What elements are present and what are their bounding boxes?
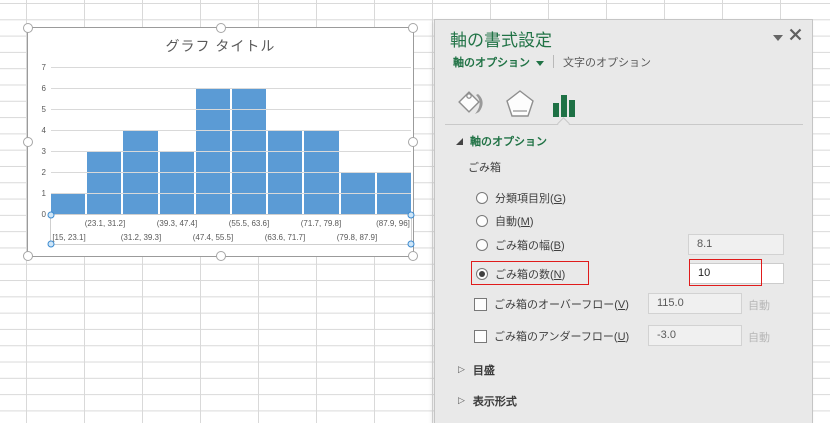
histogram-bar[interactable]: [232, 89, 267, 215]
section-number-format-label: 表示形式: [472, 396, 517, 408]
option-underflow-bin-label: ごみ箱のアンダーフロー(U): [494, 331, 630, 343]
tab-divider: [553, 55, 554, 68]
option-number-of-bins-label: ごみ箱の数(N): [495, 269, 566, 281]
option-number-of-bins[interactable]: ごみ箱の数(N): [476, 266, 565, 282]
radio-number-of-bins[interactable]: [476, 268, 488, 280]
y-tick-label: 1: [41, 189, 46, 198]
gridline: [51, 151, 411, 152]
x-axis-selection[interactable]: [47, 211, 415, 248]
section-number-format[interactable]: ▷ 表示形式: [458, 393, 517, 409]
bins-group-label: ごみ箱: [468, 162, 501, 174]
icon-tab-row: [455, 82, 577, 118]
pane-divider: [445, 117, 803, 130]
gridline: [51, 172, 411, 173]
histogram-bar[interactable]: [159, 152, 194, 215]
chart-resize-handle[interactable]: [215, 251, 226, 261]
chart-resize-handle[interactable]: [23, 251, 33, 261]
plot-area[interactable]: [51, 67, 412, 215]
option-bin-width-label: ごみ箱の幅(B): [495, 240, 565, 252]
section-axis-options[interactable]: 軸のオプション: [456, 133, 547, 149]
option-bin-width[interactable]: ごみ箱の幅(B): [476, 237, 565, 253]
option-overflow-bin[interactable]: ごみ箱のオーバーフロー(V): [474, 296, 629, 312]
section-tick-marks-label: 目盛: [472, 365, 495, 377]
y-tick-label: 0: [41, 210, 46, 219]
gridline: [51, 193, 411, 194]
histogram-bar[interactable]: [123, 131, 158, 215]
close-icon[interactable]: [789, 28, 802, 41]
option-overflow-bin-label: ごみ箱のオーバーフロー(V): [494, 299, 629, 311]
chart-title[interactable]: グラフ タイトル: [28, 36, 413, 56]
collapse-triangle-icon: [456, 137, 463, 145]
option-by-category[interactable]: 分類項目別(G): [476, 190, 566, 206]
axis-selection-handle[interactable]: [47, 211, 55, 219]
tab-text-options[interactable]: 文字のオプション: [563, 54, 651, 70]
overflow-auto-label: 自動: [748, 300, 770, 312]
histogram-bar[interactable]: [340, 173, 375, 215]
axis-options-icon[interactable]: [551, 92, 577, 118]
underflow-bin-input[interactable]: -3.0: [648, 325, 742, 346]
axis-selection-handle[interactable]: [407, 240, 415, 248]
histogram-bar[interactable]: [304, 131, 339, 215]
radio-by-category[interactable]: [476, 192, 488, 204]
chevron-right-icon: ▷: [458, 396, 465, 406]
gridline: [51, 130, 411, 131]
y-tick-label: 7: [41, 63, 46, 72]
y-tick-label: 4: [41, 126, 46, 135]
option-by-category-label: 分類項目別(G): [495, 193, 566, 205]
chart-resize-handle[interactable]: [23, 23, 33, 33]
y-tick-label: 5: [41, 105, 46, 114]
option-automatic-label: 自動(M): [495, 216, 534, 228]
effects-icon[interactable]: [504, 88, 536, 118]
y-tick-label: 6: [41, 84, 46, 93]
chevron-down-icon[interactable]: [773, 35, 783, 41]
histogram-bar[interactable]: [195, 89, 231, 215]
histogram-bar[interactable]: [87, 152, 122, 215]
pane-tabs: 軸のオプション 文字のオプション: [453, 54, 651, 69]
number-of-bins-input[interactable]: 10: [689, 263, 784, 284]
histogram-bar[interactable]: [51, 194, 86, 215]
chevron-down-icon: [536, 60, 544, 66]
chart-resize-handle[interactable]: [215, 23, 226, 33]
axis-selection-handle[interactable]: [407, 211, 415, 219]
gridline: [51, 109, 411, 110]
radio-automatic[interactable]: [476, 215, 488, 227]
chart-resize-handle[interactable]: [408, 251, 418, 261]
chart-object[interactable]: グラフ タイトル 01234567 [15, 23.1] (23.1, 31.2]…: [23, 23, 418, 261]
radio-bin-width[interactable]: [476, 239, 488, 251]
axis-selection-handle[interactable]: [47, 240, 55, 248]
underflow-auto-label: 自動: [748, 332, 770, 344]
y-tick-label: 3: [41, 147, 46, 156]
fill-and-line-icon[interactable]: [455, 88, 489, 118]
chart-resize-handle[interactable]: [408, 137, 418, 147]
format-axis-pane: 軸の書式設定 軸のオプション 文字のオプション 軸のオプション ごみ箱 分類項目…: [434, 19, 813, 423]
histogram-bar[interactable]: [376, 173, 412, 215]
option-automatic[interactable]: 自動(M): [476, 213, 534, 229]
section-tick-marks[interactable]: ▷ 目盛: [458, 362, 495, 378]
option-underflow-bin[interactable]: ごみ箱のアンダーフロー(U): [474, 328, 629, 344]
section-axis-options-label: 軸のオプション: [470, 136, 547, 148]
tab-axis-options-label: 軸のオプション: [453, 56, 530, 69]
histogram-bar[interactable]: [268, 131, 303, 215]
chart-resize-handle[interactable]: [23, 137, 33, 147]
checkbox-underflow-bin[interactable]: [474, 329, 487, 343]
chart-resize-handle[interactable]: [408, 23, 418, 33]
selected-tab-notch: [557, 117, 570, 130]
pane-title: 軸の書式設定: [450, 31, 552, 50]
gridline: [51, 88, 411, 89]
overflow-bin-input[interactable]: 115.0: [648, 293, 742, 314]
bin-width-input[interactable]: 8.1: [688, 234, 784, 255]
tab-axis-options[interactable]: 軸のオプション: [453, 54, 544, 70]
checkbox-overflow-bin[interactable]: [474, 297, 487, 311]
gridline: [51, 67, 411, 68]
chevron-right-icon: ▷: [458, 365, 465, 375]
y-tick-label: 2: [41, 168, 46, 177]
